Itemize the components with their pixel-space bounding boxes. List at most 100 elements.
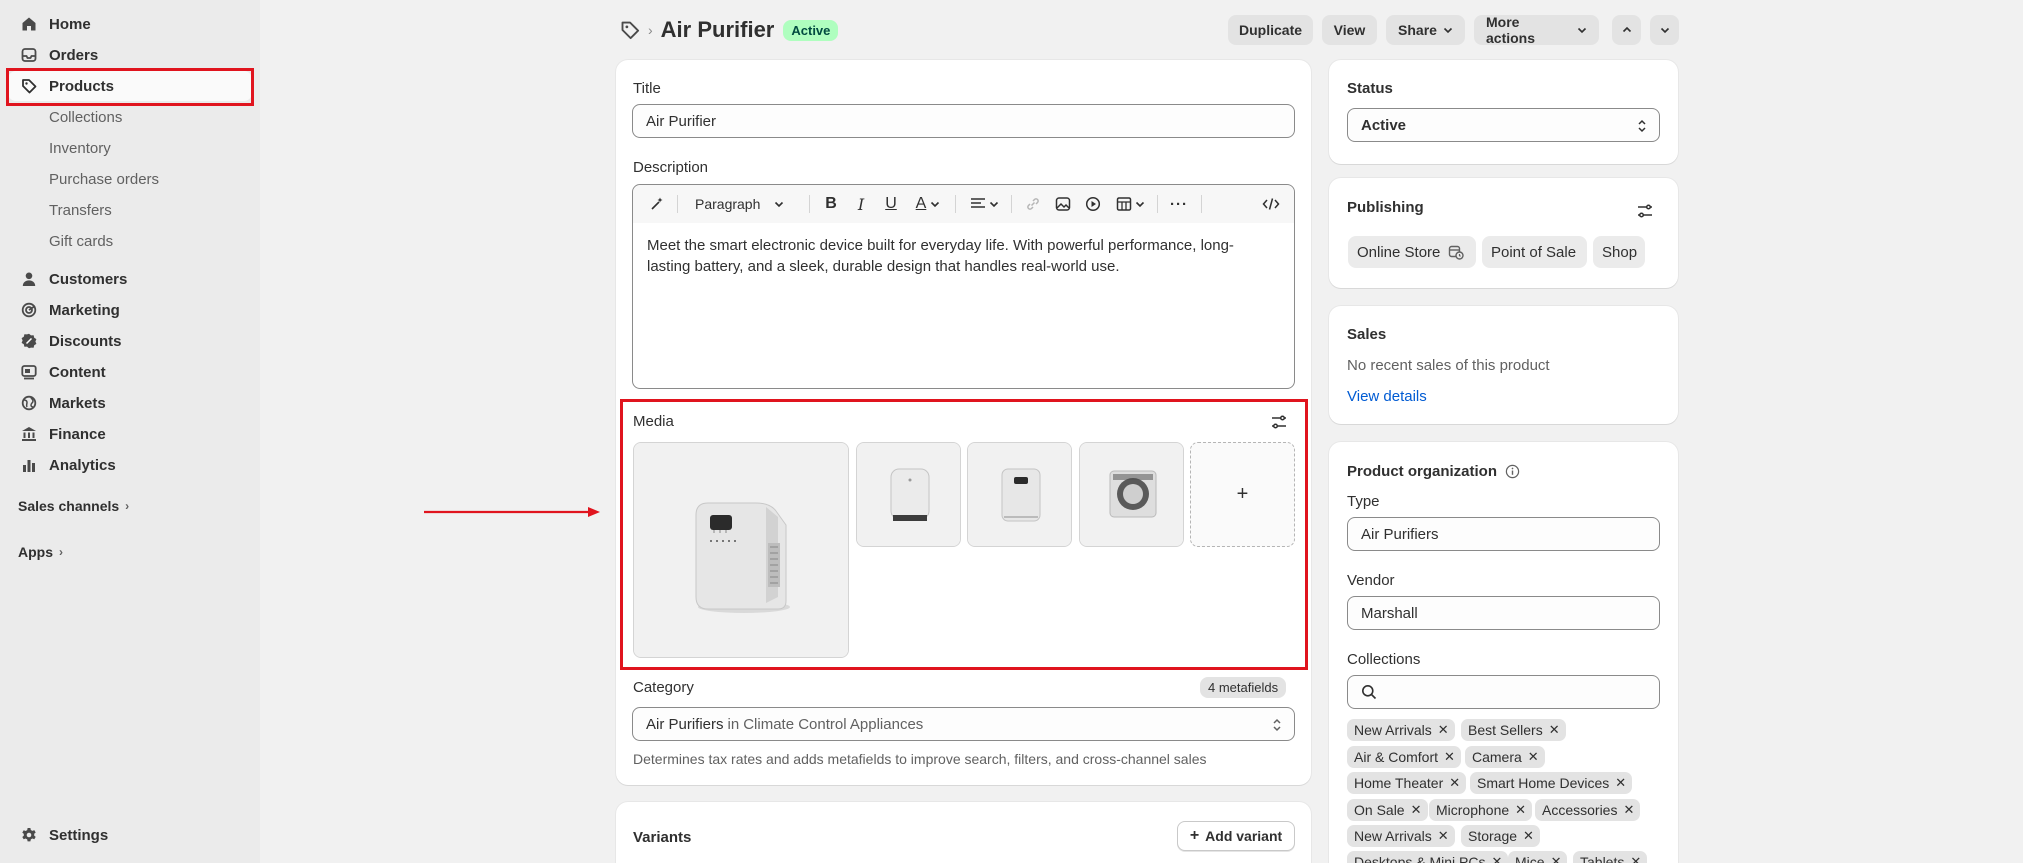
tag-label: Desktops & Mini PCs [1354, 854, 1486, 863]
channel-point-of-sale[interactable]: Point of Sale [1482, 236, 1587, 268]
collection-tag: Microphone ✕ [1429, 799, 1533, 821]
publishing-card [1329, 178, 1678, 288]
media-thumbnail[interactable] [1079, 442, 1184, 547]
nav-discounts[interactable]: Discounts [8, 326, 252, 356]
close-icon[interactable]: ✕ [1449, 775, 1460, 791]
table-icon[interactable] [1113, 194, 1147, 214]
collection-tag: Accessories ✕ [1535, 799, 1641, 821]
code-icon[interactable] [1261, 194, 1281, 214]
nav-analytics[interactable]: Analytics [8, 450, 252, 480]
nav-home[interactable]: Home [8, 9, 252, 39]
video-icon[interactable] [1083, 194, 1103, 214]
nav-content[interactable]: Content [8, 357, 252, 387]
text-color-icon[interactable]: A [911, 194, 945, 214]
sliders-icon[interactable] [1637, 203, 1653, 219]
title-input[interactable]: Air Purifier [632, 104, 1295, 138]
link-icon[interactable] [1023, 194, 1043, 214]
close-icon[interactable]: ✕ [1551, 854, 1562, 863]
nav-collections[interactable]: Collections [49, 104, 122, 130]
nav-markets[interactable]: Markets [8, 388, 252, 418]
type-input[interactable]: Air Purifiers [1347, 517, 1660, 551]
close-icon[interactable]: ✕ [1523, 828, 1534, 844]
nav-apps[interactable]: Apps › [18, 540, 63, 564]
nav-products[interactable]: Products [8, 71, 252, 101]
more-actions-button[interactable]: More actions [1474, 14, 1599, 46]
close-icon[interactable]: ✕ [1623, 802, 1634, 818]
nav-marketing-label: Marketing [49, 301, 120, 319]
category-select[interactable]: Air Purifiers in Climate Control Applian… [632, 707, 1295, 741]
nav-sales-channels[interactable]: Sales channels › [18, 494, 129, 518]
nav-analytics-label: Analytics [49, 456, 116, 474]
nav-finance[interactable]: Finance [8, 419, 252, 449]
collections-search-input[interactable] [1347, 675, 1660, 709]
tag-icon[interactable] [620, 20, 640, 40]
sales-channels-label: Sales channels [18, 498, 120, 514]
collection-tag: Home Theater ✕ [1347, 772, 1467, 794]
select-arrows-icon [1272, 717, 1282, 733]
collection-tag: Smart Home Devices ✕ [1470, 772, 1633, 794]
nav-markets-label: Markets [49, 394, 106, 412]
previous-product-button[interactable] [1612, 15, 1641, 45]
sliders-icon[interactable] [1271, 414, 1287, 430]
media-label: Media [633, 413, 674, 430]
media-main-image[interactable] [633, 442, 849, 658]
close-icon[interactable]: ✕ [1411, 802, 1422, 818]
close-icon[interactable]: ✕ [1438, 722, 1449, 738]
paragraph-select[interactable]: Paragraph [695, 194, 799, 214]
bank-icon [20, 425, 38, 443]
nav-customers-label: Customers [49, 270, 128, 288]
add-variant-button[interactable]: + Add variant [1177, 821, 1295, 851]
metafields-badge[interactable]: 4 metafields [1200, 677, 1287, 698]
toolbar-divider [955, 195, 956, 213]
sales-text: No recent sales of this product [1347, 357, 1550, 374]
nav-transfers[interactable]: Transfers [49, 197, 112, 223]
media-thumbnail[interactable] [967, 442, 1072, 547]
close-icon[interactable]: ✕ [1630, 854, 1641, 863]
view-details-link[interactable]: View details [1347, 388, 1427, 405]
close-icon[interactable]: ✕ [1615, 775, 1626, 791]
toolbar-divider [1201, 195, 1202, 213]
arrow-annotation [424, 505, 604, 519]
nav-orders[interactable]: Orders [8, 40, 252, 70]
target-icon [20, 301, 38, 319]
tag-label: Tablets [1580, 854, 1625, 863]
close-icon[interactable]: ✕ [1438, 828, 1449, 844]
next-product-button[interactable] [1650, 15, 1679, 45]
nav-settings[interactable]: Settings [8, 820, 252, 850]
image-icon[interactable] [1053, 194, 1073, 214]
variants-label: Variants [633, 829, 692, 846]
category-in: in [727, 715, 740, 733]
channel-online-store[interactable]: Online Store [1348, 236, 1476, 268]
vendor-input[interactable]: Marshall [1347, 596, 1660, 630]
close-icon[interactable]: ✕ [1515, 802, 1526, 818]
close-icon[interactable]: ✕ [1528, 749, 1539, 765]
align-icon[interactable] [967, 194, 1001, 214]
duplicate-button[interactable]: Duplicate [1228, 15, 1313, 45]
editor-toolbar: Paragraph B I U A ··· [633, 185, 1294, 223]
italic-icon[interactable]: I [851, 194, 871, 214]
share-button[interactable]: Share [1386, 15, 1465, 45]
info-icon[interactable] [1505, 464, 1520, 479]
type-label: Type [1347, 493, 1380, 510]
close-icon[interactable]: ✕ [1549, 722, 1560, 738]
nav-inventory[interactable]: Inventory [49, 135, 111, 161]
chevron-up-icon [1622, 25, 1632, 35]
media-thumbnail[interactable] [856, 442, 961, 547]
more-horizontal-icon[interactable]: ··· [1169, 194, 1189, 214]
underline-icon[interactable]: U [881, 194, 901, 214]
status-select[interactable]: Active [1347, 108, 1660, 142]
nav-marketing[interactable]: Marketing [8, 295, 252, 325]
nav-customers[interactable]: Customers [8, 264, 252, 294]
ai-magic-icon[interactable] [647, 194, 667, 214]
description-text[interactable]: Meet the smart electronic device built f… [647, 235, 1277, 277]
close-icon[interactable]: ✕ [1491, 854, 1502, 863]
bold-icon[interactable]: B [821, 194, 841, 214]
nav-purchase-orders[interactable]: Purchase orders [49, 166, 159, 192]
content-icon [20, 363, 38, 381]
inbox-icon [20, 46, 38, 64]
channel-shop[interactable]: Shop [1593, 236, 1645, 268]
close-icon[interactable]: ✕ [1444, 749, 1455, 765]
add-media-button[interactable]: + [1190, 442, 1295, 547]
view-button[interactable]: View [1322, 15, 1377, 45]
nav-gift-cards[interactable]: Gift cards [49, 228, 113, 254]
